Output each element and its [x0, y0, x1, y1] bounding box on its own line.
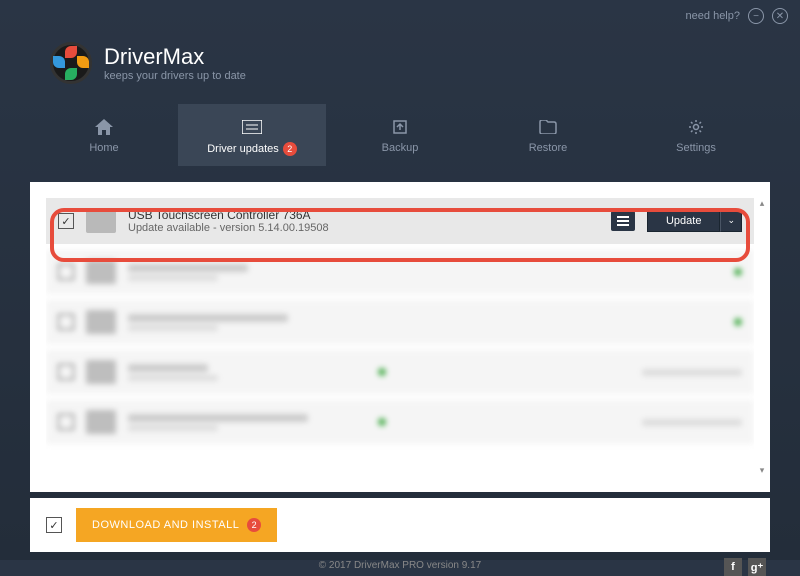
- nav-driver-updates[interactable]: Driver updates 2: [178, 104, 326, 166]
- driver-row-highlighted[interactable]: ✓ USB Touchscreen Controller 736A Update…: [46, 198, 754, 244]
- scroll-up-icon[interactable]: ▴: [756, 198, 768, 209]
- driver-row[interactable]: [46, 350, 754, 394]
- nav-home[interactable]: Home: [30, 104, 178, 166]
- app-header: DriverMax keeps your drivers up to date: [0, 32, 800, 104]
- nav-settings[interactable]: Settings: [622, 104, 770, 166]
- details-button[interactable]: [611, 211, 635, 231]
- nav-restore[interactable]: Restore: [474, 104, 622, 166]
- driver-list-panel: ✓ USB Touchscreen Controller 736A Update…: [30, 182, 770, 492]
- driver-checkbox[interactable]: [58, 314, 74, 330]
- status-dot: [378, 418, 386, 426]
- nav-label: Backup: [382, 142, 419, 154]
- titlebar: need help? − ✕: [0, 0, 800, 32]
- nav-backup[interactable]: Backup: [326, 104, 474, 166]
- download-badge: 2: [247, 518, 261, 532]
- copyright: © 2017 DriverMax PRO version 9.17: [319, 560, 481, 571]
- minimize-button[interactable]: −: [748, 8, 764, 24]
- driver-checkbox[interactable]: [58, 264, 74, 280]
- status-dot: [378, 368, 386, 376]
- backup-icon: [390, 118, 410, 136]
- update-button[interactable]: Update: [647, 210, 720, 232]
- nav-label: Driver updates: [207, 143, 279, 155]
- close-button[interactable]: ✕: [772, 8, 788, 24]
- updates-icon: [242, 118, 262, 136]
- driver-checkbox[interactable]: [58, 364, 74, 380]
- gear-icon: [686, 118, 706, 136]
- bottom-bar: ✓ DOWNLOAD AND INSTALL 2: [30, 498, 770, 552]
- home-icon: [94, 118, 114, 136]
- nav-label: Home: [89, 142, 118, 154]
- device-icon: [86, 410, 116, 434]
- download-install-button[interactable]: DOWNLOAD AND INSTALL 2: [76, 508, 277, 542]
- select-all-checkbox[interactable]: ✓: [46, 517, 62, 533]
- facebook-icon[interactable]: f: [724, 558, 742, 576]
- main-nav: Home Driver updates 2 Backup Restore Set…: [0, 104, 800, 166]
- restore-icon: [538, 118, 558, 136]
- driver-row[interactable]: [46, 250, 754, 294]
- status-dot: [734, 268, 742, 276]
- driver-name: USB Touchscreen Controller 736A: [128, 208, 599, 222]
- nav-label: Settings: [676, 142, 716, 154]
- device-icon: [86, 260, 116, 284]
- app-logo-icon: [50, 42, 92, 84]
- footer: © 2017 DriverMax PRO version 9.17 f g⁺: [0, 552, 800, 575]
- driver-row[interactable]: [46, 300, 754, 344]
- scroll-down-icon[interactable]: ▾: [756, 465, 768, 476]
- need-help-link[interactable]: need help?: [686, 10, 740, 22]
- updates-badge: 2: [283, 142, 297, 156]
- nav-label: Restore: [529, 142, 568, 154]
- driver-checkbox[interactable]: ✓: [58, 213, 74, 229]
- driver-checkbox[interactable]: [58, 414, 74, 430]
- device-icon: [86, 360, 116, 384]
- device-icon: [86, 310, 116, 334]
- app-title: DriverMax: [104, 44, 246, 70]
- scrollbar[interactable]: ▴ ▾: [756, 198, 768, 476]
- driver-status: Update available - version 5.14.00.19508: [128, 222, 599, 234]
- driver-row[interactable]: [46, 400, 754, 444]
- status-dot: [734, 318, 742, 326]
- google-plus-icon[interactable]: g⁺: [748, 558, 766, 576]
- app-tagline: keeps your drivers up to date: [104, 70, 246, 82]
- update-dropdown[interactable]: ⌄: [720, 210, 742, 232]
- device-icon: [86, 209, 116, 233]
